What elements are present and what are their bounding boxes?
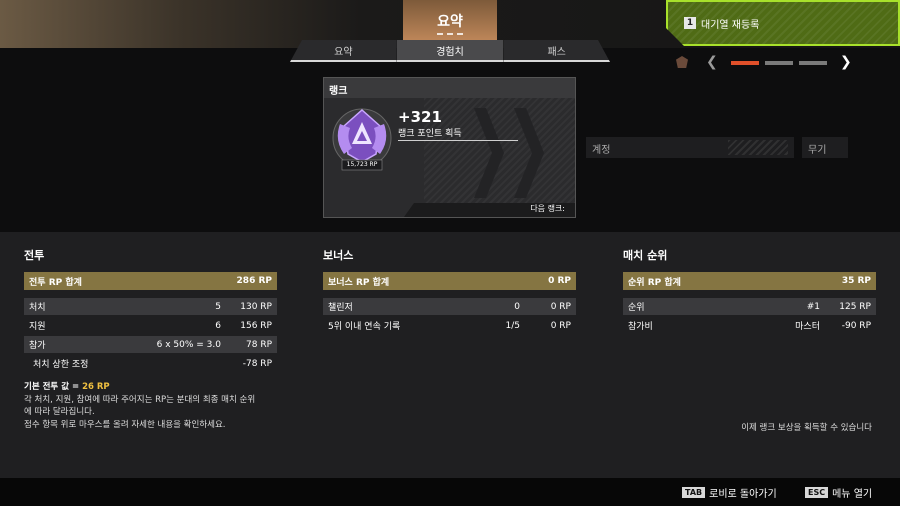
page-title-tab: 요약 (403, 0, 497, 42)
tab-summary-label: 요약 (334, 46, 353, 58)
prev-page-button[interactable]: ❮ (706, 54, 718, 70)
bonus-total-value: 0 RP (548, 276, 571, 286)
sub-tabs: 요약 경험치 패스 (290, 40, 610, 62)
title-decoration (437, 33, 463, 35)
requeue-label: 대기열 재등록 (701, 19, 760, 31)
row-label: 순위 (628, 303, 645, 313)
table-row[interactable]: 처치 5 130 RP (24, 298, 277, 315)
tab-experience[interactable]: 경험치 (396, 40, 504, 62)
tab-summary[interactable]: 요약 (290, 40, 397, 62)
note-line-2: 에 따라 달라집니다. (24, 407, 95, 417)
row-count: 1/5 (505, 320, 520, 331)
row-count: 0 (514, 301, 520, 312)
combat-total-label: 전투 RP 합계 (29, 277, 82, 288)
rank-badge-icon: 15,723 RP (330, 104, 394, 176)
row-label: 처치 상한 조정 (33, 360, 89, 370)
bonus-section: 보너스 보너스 RP 합계 0 RP 챌린저 0 0 RP 5위 이내 연속 기… (323, 247, 576, 336)
bonus-title: 보너스 (323, 249, 354, 262)
page-indicator-1[interactable] (731, 61, 759, 65)
row-label: 참가 (29, 341, 46, 351)
page-title: 요약 (437, 14, 463, 30)
weapon-panel: 무기 (802, 137, 848, 158)
tab-pass[interactable]: 패스 (503, 40, 610, 62)
row-count: #1 (806, 301, 820, 312)
combat-total-row[interactable]: 전투 RP 합계 286 RP (24, 272, 277, 290)
rp-notes: 기본 전투 값 = 26 RP 각 처치, 지원, 참여에 따라 주어지는 RP… (24, 381, 284, 431)
page-indicator-3[interactable] (799, 61, 827, 65)
combat-total-value: 286 RP (236, 276, 272, 286)
tab-experience-label: 경험치 (436, 46, 464, 58)
weapon-label: 무기 (808, 145, 827, 156)
bonus-total-row[interactable]: 보너스 RP 합계 0 RP (323, 272, 576, 290)
row-count: 6 (215, 320, 221, 331)
row-count: 5 (215, 301, 221, 312)
row-value: 0 RP (550, 320, 571, 331)
page-indicator-2[interactable] (765, 61, 793, 65)
rank-card-title: 랭크 (324, 78, 575, 98)
table-row[interactable]: 챌린저 0 0 RP (323, 298, 576, 315)
rank-card: 랭크 15,723 RP +321 랭크 포인트 획득 다음 랭크: (323, 77, 576, 218)
rp-gain-value: +321 (398, 108, 442, 126)
row-label: 5위 이내 연속 기록 (328, 322, 401, 332)
table-row[interactable]: 참가 6 x 50% = 3.0 78 RP (24, 336, 277, 353)
requeue-key: 1 (684, 17, 696, 29)
note-line-3: 점수 항목 위로 마우스를 올려 자세한 내용을 확인하세요. (24, 419, 226, 430)
row-label: 처치 (29, 303, 46, 313)
row-value: 130 RP (240, 301, 272, 312)
tab-pass-label: 패스 (547, 46, 566, 58)
next-page-button[interactable]: ❯ (840, 54, 852, 70)
table-row[interactable]: 참가비 마스터 -90 RP (623, 317, 876, 334)
base-value: 26 RP (82, 382, 110, 392)
rank-rp-label: 15,723 RP (346, 161, 378, 168)
tab-key: TAB (682, 487, 706, 498)
rank-reward-note: 이제 랭크 보상을 획득할 수 있습니다 (741, 423, 872, 433)
combat-section: 전투 전투 RP 합계 286 RP 처치 5 130 RP 지원 6 156 … (24, 247, 277, 374)
row-count: 6 x 50% = 3.0 (156, 339, 221, 350)
row-value: -90 RP (841, 320, 871, 331)
table-row[interactable]: 순위 #1 125 RP (623, 298, 876, 315)
row-value: 78 RP (246, 339, 272, 350)
esc-key: ESC (805, 487, 829, 498)
row-label: 참가비 (628, 322, 653, 332)
base-value-label: 기본 전투 값 = (24, 382, 83, 392)
bonus-total-label: 보너스 RP 합계 (328, 277, 390, 288)
rp-gain-label: 랭크 포인트 획득 (398, 129, 462, 139)
row-value: -78 RP (242, 358, 272, 369)
placement-total-value: 35 RP (841, 276, 871, 286)
table-row[interactable]: 지원 6 156 RP (24, 317, 277, 334)
open-menu-label: 메뉴 열기 (832, 489, 873, 500)
account-label: 계정 (592, 145, 611, 156)
row-label: 지원 (29, 322, 46, 332)
row-value: 125 RP (839, 301, 871, 312)
placement-total-label: 순위 RP 합계 (628, 277, 681, 288)
account-panel: 계정 (586, 137, 794, 158)
account-stripes (728, 140, 788, 155)
table-row[interactable]: 5위 이내 연속 기록 1/5 0 RP (323, 317, 576, 334)
note-line-1: 각 처치, 지원, 참여에 따라 주어지는 RP는 분대의 최종 매치 순위 (24, 394, 256, 405)
back-to-lobby-button[interactable]: TAB 로비로 돌아가기 (682, 485, 777, 500)
rp-gain-underline (398, 140, 518, 141)
next-rank-label: 다음 랭크: (530, 204, 565, 213)
table-row[interactable]: 처치 상한 조정 -78 RP (24, 355, 277, 372)
row-label: 챌린저 (328, 303, 353, 313)
open-menu-button[interactable]: ESC 메뉴 열기 (805, 485, 872, 500)
placement-total-row[interactable]: 순위 RP 합계 35 RP (623, 272, 876, 290)
row-value: 156 RP (240, 320, 272, 331)
placement-title: 매치 순위 (623, 249, 668, 262)
combat-title: 전투 (24, 249, 45, 262)
requeue-button[interactable]: 1 대기열 재등록 (666, 0, 900, 46)
row-value: 0 RP (550, 301, 571, 312)
row-count: 마스터 (795, 322, 820, 332)
back-to-lobby-label: 로비로 돌아가기 (709, 489, 777, 500)
placement-section: 매치 순위 순위 RP 합계 35 RP 순위 #1 125 RP 참가비 마스… (623, 247, 876, 336)
